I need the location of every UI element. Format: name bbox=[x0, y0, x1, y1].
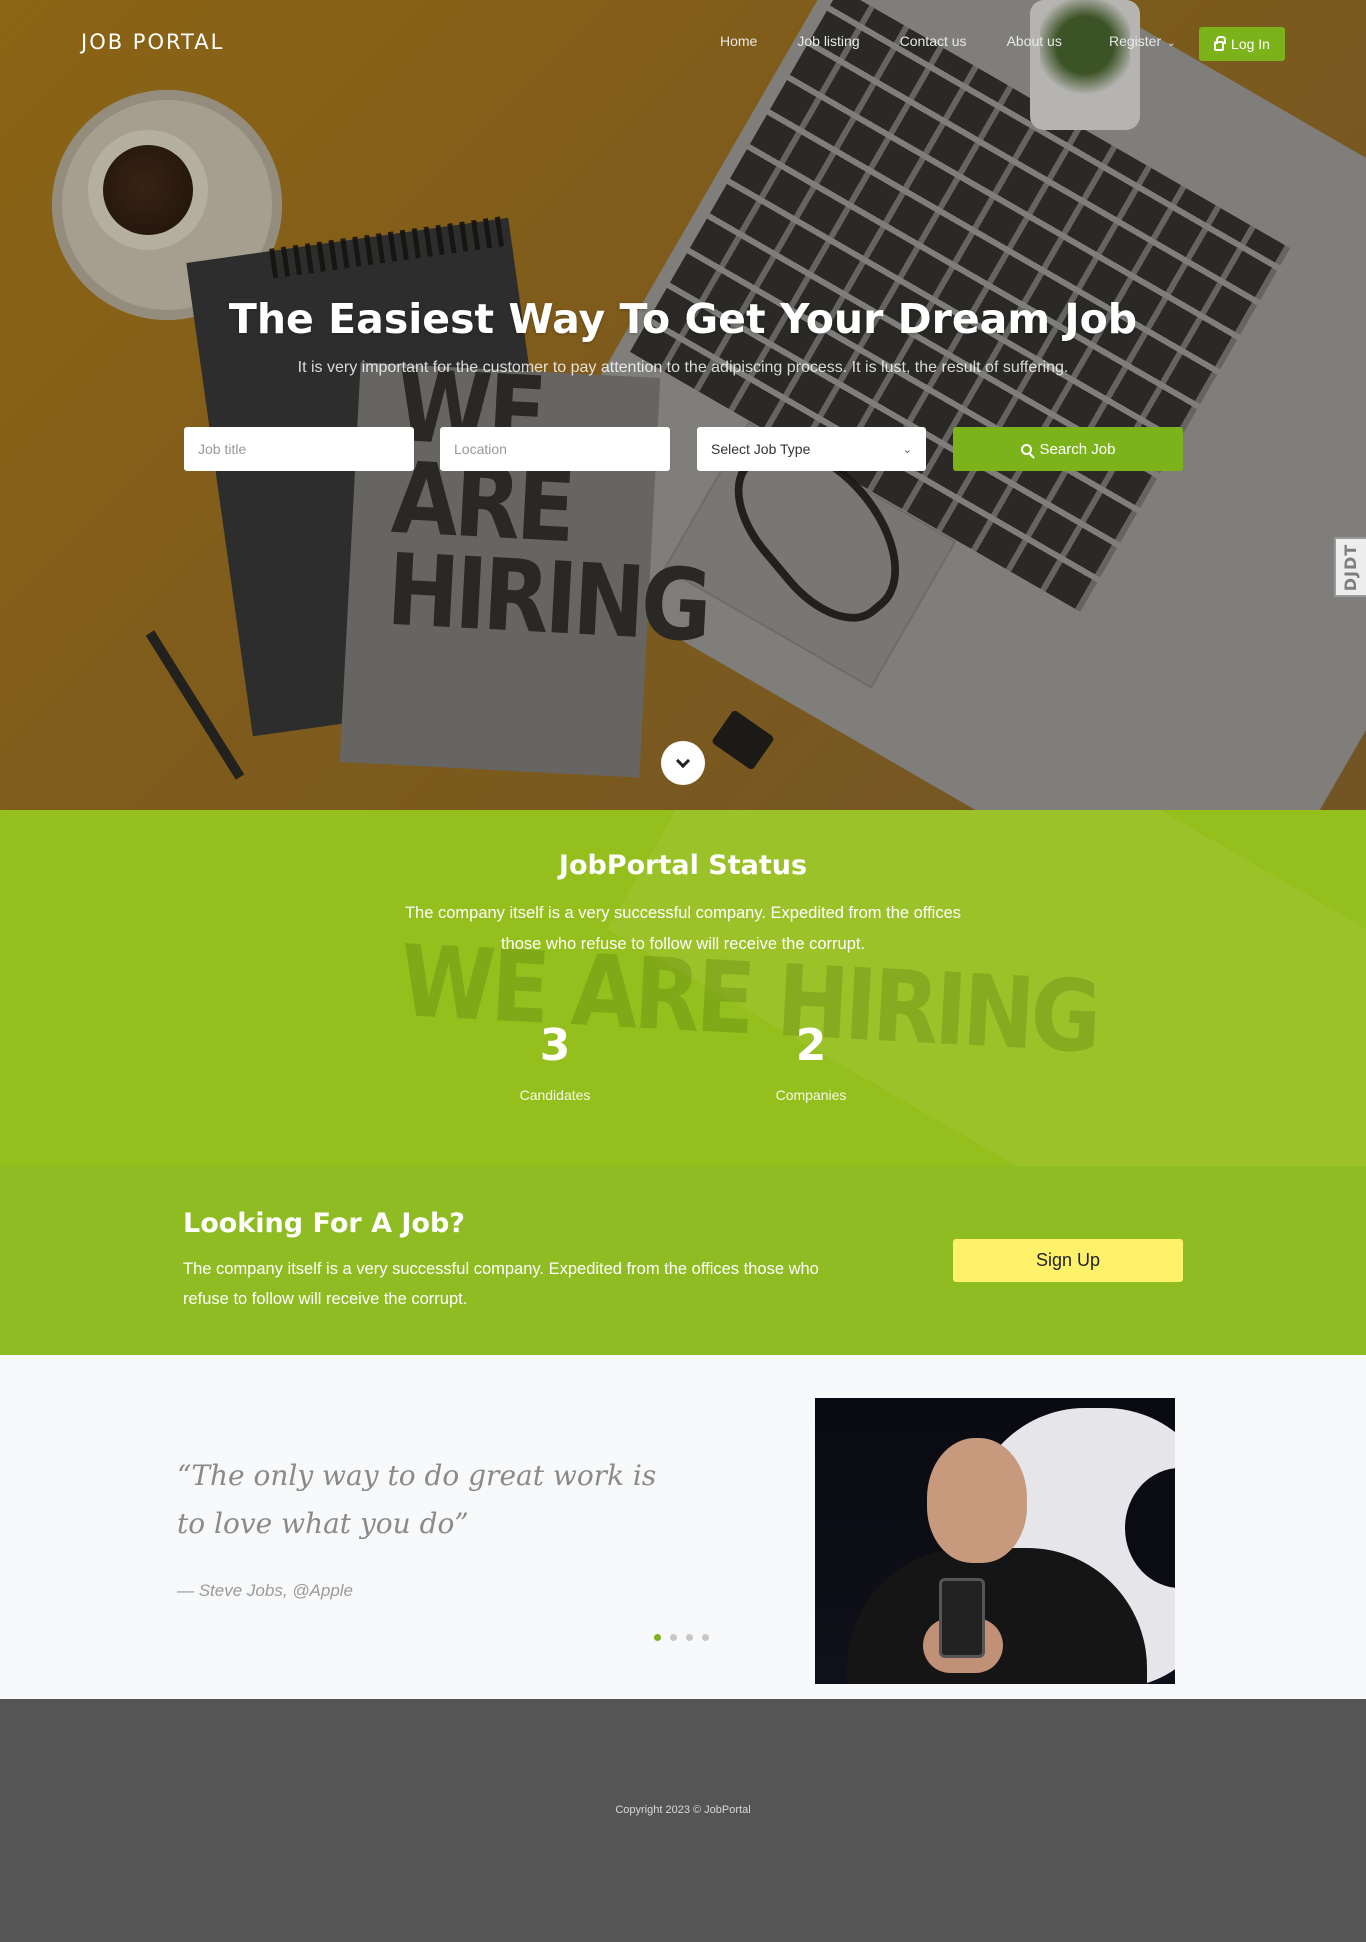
nav-about-link[interactable]: About us bbox=[1007, 33, 1062, 49]
cta-title: Looking For A Job? bbox=[183, 1208, 465, 1239]
carousel-dot-3[interactable] bbox=[686, 1634, 693, 1641]
stat-candidates: 3 Candidates bbox=[455, 1020, 655, 1103]
person-head-image bbox=[927, 1438, 1027, 1563]
search-icon bbox=[1020, 443, 1032, 455]
hero-section: WE ARE HIRING JOB PORTAL Home Job listin… bbox=[0, 0, 1366, 810]
main-nav: Home Job listing Contact us About us bbox=[720, 33, 1102, 49]
lock-icon bbox=[1214, 36, 1227, 51]
testimonial-quote: “The only way to do great work is to lov… bbox=[177, 1459, 657, 1540]
phone-image bbox=[939, 1578, 985, 1658]
carousel-dot-1[interactable] bbox=[654, 1634, 661, 1641]
site-logo[interactable]: JOB PORTAL bbox=[81, 30, 224, 54]
hero-subtitle: It is very important for the customer to… bbox=[297, 359, 1069, 376]
nav-register-dropdown[interactable]: Register ⌄ bbox=[1109, 33, 1176, 49]
hero-overlay bbox=[0, 0, 1366, 810]
cta-description: The company itself is a very successful … bbox=[183, 1260, 819, 1308]
stat-value: 2 bbox=[795, 1020, 827, 1071]
nav-contact-link[interactable]: Contact us bbox=[900, 33, 967, 49]
nav-home-link[interactable]: Home bbox=[720, 33, 757, 49]
status-section: WE ARE HIRING JobPortal Status The compa… bbox=[0, 810, 1366, 1166]
chevron-down-icon: ⌄ bbox=[902, 443, 912, 456]
search-job-button[interactable]: Search Job bbox=[953, 427, 1183, 471]
carousel-dots bbox=[654, 1634, 709, 1641]
chevron-down-icon: ⌄ bbox=[1167, 38, 1176, 49]
testimonial-section: “The only way to do great work is to lov… bbox=[0, 1355, 1366, 1699]
job-type-select[interactable]: Select Job Type ⌄ bbox=[697, 427, 926, 471]
hero-title: The Easiest Way To Get Your Dream Job bbox=[228, 295, 1138, 343]
status-description: The company itself is a very successful … bbox=[404, 904, 962, 953]
scroll-down-button[interactable] bbox=[661, 741, 705, 785]
carousel-dot-4[interactable] bbox=[702, 1634, 709, 1641]
sign-up-button[interactable]: Sign Up bbox=[953, 1239, 1183, 1282]
register-label: Register bbox=[1109, 33, 1162, 49]
job-type-selected: Select Job Type bbox=[711, 441, 811, 457]
stat-value: 3 bbox=[539, 1020, 571, 1071]
carousel-dot-2[interactable] bbox=[670, 1634, 677, 1641]
login-button[interactable]: Log In bbox=[1199, 27, 1285, 61]
debug-toolbar-tab[interactable]: DJDT bbox=[1334, 537, 1366, 597]
location-input[interactable] bbox=[440, 427, 670, 471]
stat-companies: 2 Companies bbox=[711, 1020, 911, 1103]
signup-cta-section: Looking For A Job? The company itself is… bbox=[0, 1166, 1366, 1355]
status-title: JobPortal Status bbox=[558, 850, 808, 881]
chevron-down-icon bbox=[675, 753, 691, 768]
stat-label: Companies bbox=[775, 1087, 847, 1103]
job-search-form: Select Job Type ⌄ Search Job bbox=[184, 427, 1183, 471]
testimonial-author: — Steve Jobs, @Apple bbox=[177, 1581, 354, 1600]
job-title-input[interactable] bbox=[184, 427, 414, 471]
search-job-label: Search Job bbox=[1039, 440, 1116, 458]
stat-label: Candidates bbox=[519, 1087, 591, 1103]
login-label: Log In bbox=[1231, 36, 1270, 52]
nav-job-listing-link[interactable]: Job listing bbox=[797, 33, 859, 49]
copyright-text: Copyright 2023 © JobPortal bbox=[615, 1804, 751, 1816]
debug-toolbar-label: DJDT bbox=[1341, 543, 1361, 591]
testimonial-photo bbox=[815, 1398, 1175, 1684]
site-footer: Copyright 2023 © JobPortal bbox=[0, 1699, 1366, 1942]
